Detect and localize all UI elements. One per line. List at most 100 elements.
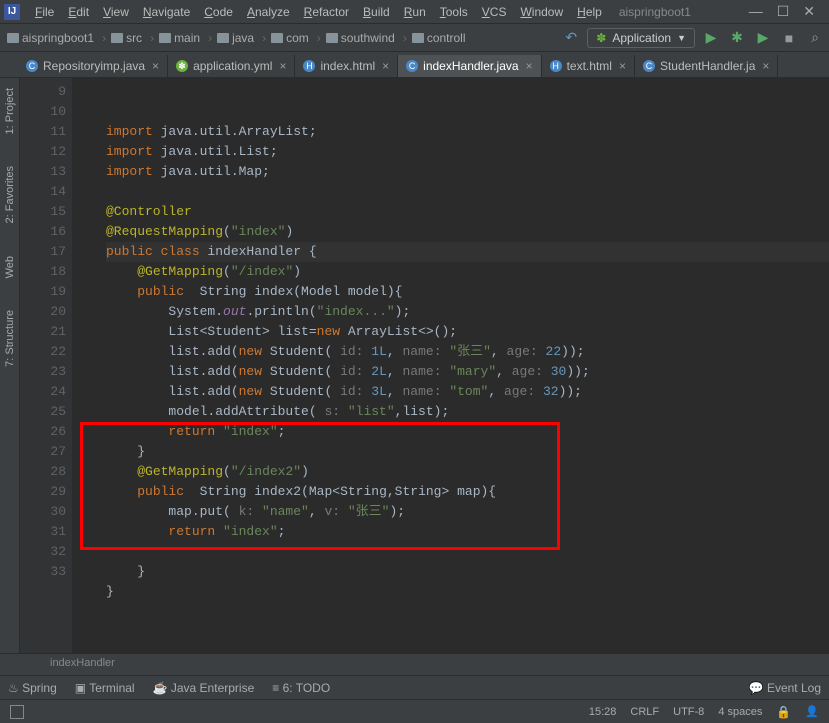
menu-analyze[interactable]: Analyze [240,5,297,19]
close-icon[interactable]: × [619,59,626,73]
menu-code[interactable]: Code [197,5,240,19]
code-line[interactable]: import java.util.ArrayList; [106,122,829,142]
search-icon[interactable]: ⌕ [805,29,825,46]
code-line[interactable]: } [106,442,829,462]
gutter-line[interactable]: 9 [20,82,66,102]
gutter-line[interactable]: 16 [20,222,66,242]
status-linesep[interactable]: CRLF [630,706,659,718]
sidetab-2: Favorites[interactable]: 2: Favorites [4,160,16,229]
menu-view[interactable]: View [96,5,136,19]
gutter-line[interactable]: 26 [20,422,66,442]
gutter-line[interactable]: 31 [20,522,66,542]
breadcrumb[interactable]: src [97,31,145,45]
code-line[interactable]: @GetMapping("/index2") [106,462,829,482]
close-icon[interactable]: × [152,59,159,73]
lock-icon[interactable]: 🔒 [776,705,791,719]
breadcrumb[interactable]: southwind [312,31,398,45]
code-line[interactable]: import java.util.Map; [106,162,829,182]
toolwindow-Terminal[interactable]: ▣ Terminal [75,681,135,695]
menu-help[interactable]: Help [570,5,609,19]
breadcrumb[interactable]: aispringboot1 [4,31,97,45]
tab-index.html[interactable]: Hindex.html× [295,55,398,77]
debug-button[interactable]: ✱ [727,29,747,46]
gutter-line[interactable]: 27 [20,442,66,462]
gutter-line[interactable]: 10 [20,102,66,122]
gutter-line[interactable]: 17 [20,242,66,262]
code-line[interactable]: public String index2(Map<String,String> … [106,482,829,502]
code-line[interactable]: list.add(new Student( id: 2L, name: "mar… [106,362,829,382]
minimize-button[interactable]: — [749,3,763,20]
code-line[interactable]: @GetMapping("/index") [106,262,829,282]
code-line[interactable]: System.out.println("index..."); [106,302,829,322]
close-icon[interactable]: × [762,59,769,73]
back-icon[interactable]: ↶ [561,29,581,46]
tab-application.yml[interactable]: ✽application.yml× [168,55,295,77]
gutter-line[interactable]: 30 [20,502,66,522]
code-line[interactable] [106,542,829,562]
tab-indexHandler.java[interactable]: CindexHandler.java× [398,55,541,77]
gutter-line[interactable]: 23 [20,362,66,382]
code-line[interactable]: @RequestMapping("index") [106,222,829,242]
menu-refactor[interactable]: Refactor [297,5,356,19]
gutter-line[interactable]: 22 [20,342,66,362]
gutter-line[interactable]: 14 [20,182,66,202]
toolwindow-Java Enterprise[interactable]: ☕ Java Enterprise [153,681,255,695]
hector-icon[interactable]: 👤 [805,705,819,718]
menu-file[interactable]: File [28,5,61,19]
code-line[interactable]: return "index"; [106,422,829,442]
code-line[interactable] [106,602,829,622]
menu-window[interactable]: Window [513,5,570,19]
status-encoding[interactable]: UTF-8 [673,706,704,718]
gutter-line[interactable]: 20 [20,302,66,322]
gutter-line[interactable]: 12 [20,142,66,162]
toolwindow-6: TODO[interactable]: ≡ 6: TODO [272,681,330,695]
maximize-button[interactable]: ☐ [777,3,790,20]
code-line[interactable]: return "index"; [106,522,829,542]
gutter-line[interactable]: 13 [20,162,66,182]
status-icon[interactable] [10,705,24,719]
code-editor[interactable]: import java.util.ArrayList;import java.u… [72,78,829,653]
code-line[interactable]: model.addAttribute( s: "list",list); [106,402,829,422]
gutter-line[interactable]: 15 [20,202,66,222]
code-line[interactable]: public class indexHandler { [106,242,829,262]
code-line[interactable]: public String index(Model model){ [106,282,829,302]
code-line[interactable]: @Controller [106,202,829,222]
sidetab-1: Project[interactable]: 1: Project [4,82,16,140]
gutter-line[interactable]: 28 [20,462,66,482]
menu-navigate[interactable]: Navigate [136,5,197,19]
gutter-line[interactable]: 32 [20,542,66,562]
breadcrumb[interactable]: com [257,31,312,45]
gutter-line[interactable]: 25 [20,402,66,422]
gutter-line[interactable]: 33 [20,562,66,582]
gutter-line[interactable]: 29 [20,482,66,502]
code-line[interactable]: List<Student> list=new ArrayList<>(); [106,322,829,342]
tab-text.html[interactable]: Htext.html× [542,55,635,77]
menu-vcs[interactable]: VCS [475,5,514,19]
sidetab-7: Structure[interactable]: 7: Structure [4,304,16,373]
toolwindow-Spring[interactable]: ♨ Spring [8,681,57,695]
breadcrumb[interactable]: main [145,31,203,45]
sidetab-Web[interactable]: Web [4,250,16,284]
close-button[interactable]: ✕ [803,3,815,20]
gutter-line[interactable]: 11 [20,122,66,142]
gutter-line[interactable]: 21 [20,322,66,342]
tab-StudentHandler.ja[interactable]: CStudentHandler.ja× [635,55,778,77]
menu-edit[interactable]: Edit [61,5,96,19]
gutter-line[interactable]: 19 [20,282,66,302]
menu-tools[interactable]: Tools [433,5,475,19]
code-line[interactable]: import java.util.List; [106,142,829,162]
gutter-line[interactable]: 18 [20,262,66,282]
coverage-button[interactable]: ▶ [753,29,773,46]
run-config-selector[interactable]: ✽ Application ▼ [587,28,695,48]
menu-run[interactable]: Run [397,5,433,19]
stop-button[interactable]: ■ [779,30,799,46]
editor-breadcrumb[interactable]: indexHandler [0,653,829,675]
close-icon[interactable]: × [526,59,533,73]
gutter-line[interactable]: 24 [20,382,66,402]
run-button[interactable]: ▶ [701,29,721,46]
code-line[interactable]: map.put( k: "name", v: "张三"); [106,502,829,522]
code-line[interactable]: list.add(new Student( id: 1L, name: "张三"… [106,342,829,362]
close-icon[interactable]: × [382,59,389,73]
tab-Repositoryimp.java[interactable]: CRepositoryimp.java× [18,55,168,77]
code-line[interactable]: } [106,562,829,582]
